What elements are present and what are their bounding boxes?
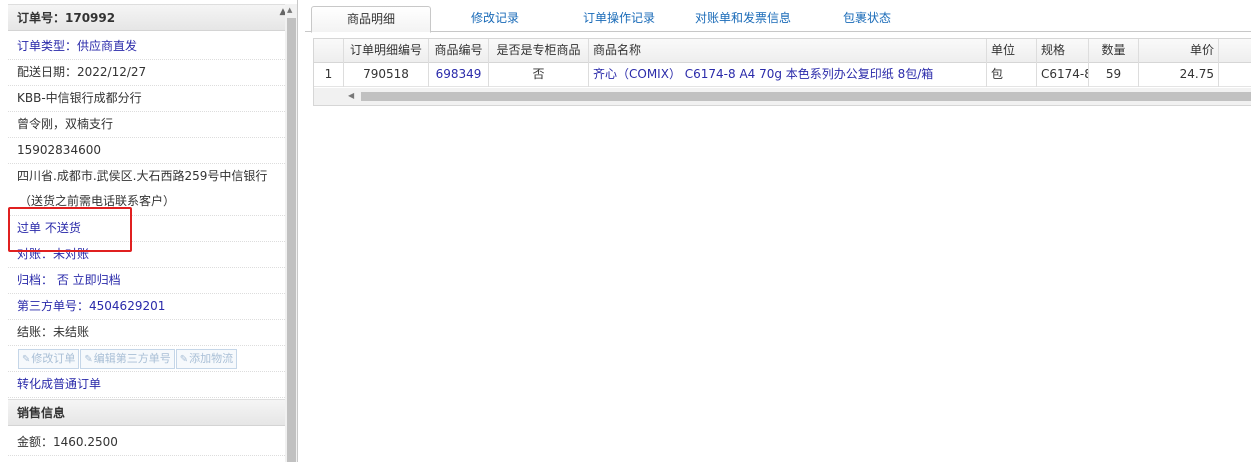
col-spec-header[interactable]: 规格 — [1037, 39, 1089, 63]
col-filler-header — [1219, 39, 1251, 63]
edit-icon: ✎ — [22, 354, 31, 365]
edit-third-party-label: 编辑第三方单号 — [93, 352, 171, 365]
sales-info-title: 销售信息 — [17, 406, 66, 420]
scroll-up-icon[interactable]: ▲ — [287, 6, 292, 14]
tab-statement-invoice[interactable]: 对账单和发票信息 — [683, 6, 803, 32]
tab-bar: 商品明细 修改记录 订单操作记录 对账单和发票信息 包裹状态 — [305, 0, 1251, 33]
col-detail-no-header[interactable]: 订单明细编号 — [344, 39, 429, 63]
row-unit: 包 — [987, 63, 1037, 87]
settlement-status: 结账：未结账 — [8, 320, 285, 346]
product-table: 订单明细编号 商品编号 是否是专柜商品 商品名称 单位 规格 数量 单价 1 7… — [313, 38, 1251, 106]
row-filler — [1219, 63, 1251, 87]
row-product-no-link[interactable]: 698349 — [429, 63, 489, 87]
sales-amount: 金额：1460.2500 — [8, 430, 285, 456]
add-logistics-button[interactable]: ✎添加物流 — [175, 349, 238, 369]
order-type-row: 订单类型：供应商直发 — [8, 34, 285, 60]
archive-link[interactable]: 归档： 否 立即归档 — [8, 268, 285, 294]
third-party-number: 4504629201 — [89, 299, 166, 313]
detail-panel: 商品明细 修改记录 订单操作记录 对账单和发票信息 包裹状态 订单明细编号 商品… — [305, 0, 1251, 462]
third-party-label: 第三方单号： — [17, 299, 90, 313]
col-index-header — [314, 39, 344, 63]
tab-change-log[interactable]: 修改记录 — [435, 6, 555, 32]
table-row[interactable]: 1 790518 698349 否 齐心（COMIX） C6174-8 A4 7… — [314, 63, 1251, 87]
row-product-name-link[interactable]: 齐心（COMIX） C6174-8 A4 70g 本色系列办公复印纸 8包/箱 — [589, 63, 987, 87]
third-party-number-row: 第三方单号：4504629201 — [8, 294, 285, 320]
tab-order-operations[interactable]: 订单操作记录 — [559, 6, 679, 32]
add-logistics-label: 添加物流 — [189, 352, 234, 365]
highlight-box — [8, 207, 132, 252]
address-line-1: 四川省.成都市.武侯区.大石西路259号中信银行 — [17, 169, 268, 183]
scrollbar-thumb[interactable] — [287, 18, 296, 462]
order-number-header: 订单号：170992 ▲ — [8, 4, 286, 31]
table-horizontal-scrollbar[interactable]: ◀ — [314, 88, 1251, 105]
row-index: 1 — [314, 63, 344, 87]
customer-company: KBB-中信银行成都分行 — [8, 86, 285, 112]
tab-product-details[interactable]: 商品明细 — [311, 6, 431, 33]
edit-order-label: 修改订单 — [31, 352, 76, 365]
row-detail-no: 790518 — [344, 63, 429, 87]
customer-contact: 曾令刚，双楠支行 — [8, 112, 285, 138]
tab-package-status[interactable]: 包裹状态 — [807, 6, 927, 32]
col-price-header[interactable]: 单价 — [1139, 39, 1219, 63]
edit-third-party-button[interactable]: ✎编辑第三方单号 — [80, 349, 175, 369]
order-type-label: 订单类型： — [17, 39, 78, 53]
col-unit-header[interactable]: 单位 — [987, 39, 1037, 63]
left-panel-scrollbar[interactable]: ▲ — [285, 4, 297, 462]
row-spec: C6174-8 — [1037, 63, 1089, 87]
sales-info-header: 销售信息 — [8, 399, 285, 426]
order-action-buttons: ✎修改订单 ✎编辑第三方单号 ✎添加物流 — [8, 346, 285, 372]
row-price: 24.75 — [1139, 63, 1219, 87]
order-number-title: 订单号：170992 — [17, 11, 116, 25]
customer-phone: 15902834600 — [8, 138, 285, 164]
col-product-no-header[interactable]: 商品编号 — [429, 39, 489, 63]
col-exclusive-header[interactable]: 是否是专柜商品 — [489, 39, 589, 63]
col-quantity-header[interactable]: 数量 — [1089, 39, 1139, 63]
row-exclusive: 否 — [489, 63, 589, 87]
row-quantity: 59 — [1089, 63, 1139, 87]
col-product-name-header[interactable]: 商品名称 — [589, 39, 987, 63]
scrollbar-thumb[interactable] — [361, 92, 1251, 101]
order-type-link[interactable]: 供应商直发 — [77, 39, 137, 53]
edit-order-button[interactable]: ✎修改订单 — [18, 349, 80, 369]
convert-normal-order-link[interactable]: 转化成普通订单 — [8, 372, 285, 398]
edit-icon: ✎ — [84, 354, 93, 365]
delivery-date: 配送日期：2022/12/27 — [8, 60, 285, 86]
scroll-left-icon[interactable]: ◀ — [348, 91, 354, 100]
edit-icon: ✎ — [179, 354, 189, 365]
table-header-row: 订单明细编号 商品编号 是否是专柜商品 商品名称 单位 规格 数量 单价 — [314, 39, 1251, 63]
order-info-panel: 订单号：170992 ▲ 订单类型：供应商直发 配送日期：2022/12/27 … — [0, 0, 298, 462]
